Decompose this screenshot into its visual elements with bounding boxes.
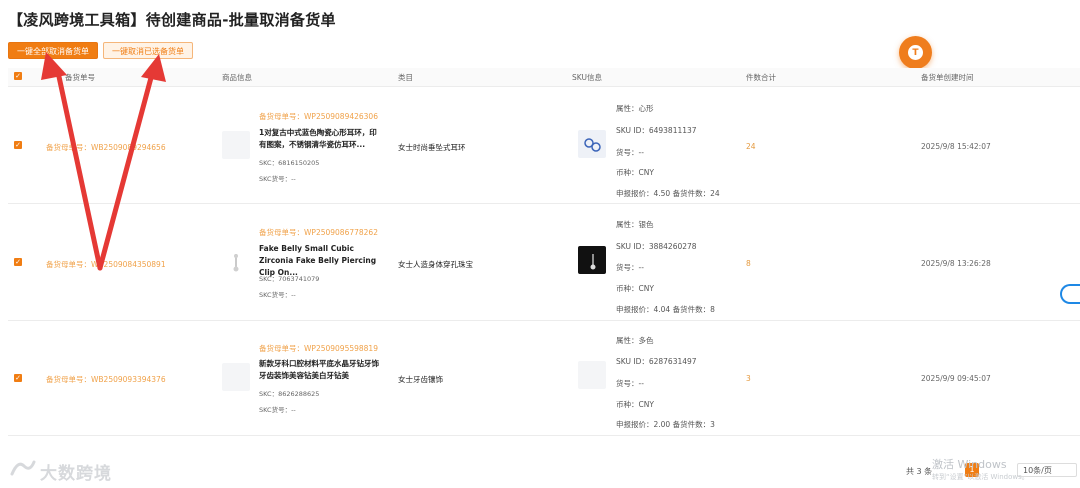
product-skc: SKC：6816150205 — [259, 159, 320, 167]
sku-attribute: 属性：银色 — [616, 220, 654, 229]
sku-thumbnail — [578, 130, 606, 158]
order-number[interactable]: 备货母单号：WB2509084350891 — [46, 259, 166, 270]
quantity-total: 24 — [746, 142, 756, 151]
table-row: ✓ 备货母单号：WB2509084350891 备货母单号：WP25090867… — [8, 204, 1080, 321]
product-skc: SKC：7063741079 — [259, 275, 320, 283]
table-header: ✓ 备货单号 商品信息 类目 SKU信息 件数合计 备货单创建时间 — [8, 68, 1080, 87]
brand-logo-icon — [10, 460, 36, 476]
sku-attribute: 属性：心形 — [616, 104, 654, 113]
sku-id: SKU ID：6493811137 — [616, 126, 697, 135]
check-icon: ✓ — [15, 72, 21, 80]
quantity-total: 3 — [746, 374, 751, 383]
brand-watermark-text: 大数跨境 — [40, 464, 112, 484]
floating-avatar-button[interactable]: T — [899, 36, 932, 69]
category: 女士牙齿镶饰 — [398, 375, 443, 384]
side-toggle-handle[interactable] — [1060, 284, 1080, 304]
table-row: ✓ 备货母单号：WB2509093394376 备货母单号：WP25090955… — [8, 321, 1080, 436]
product-skc-goods-no: SKC货号：-- — [259, 175, 296, 183]
category: 女士时尚垂坠式耳环 — [398, 143, 466, 152]
check-icon: ✓ — [15, 258, 21, 266]
product-name: 新款牙科口腔材料平底水晶牙钻牙饰牙齿装饰美容钻美白牙钻美 — [259, 359, 379, 380]
header-product-info: 商品信息 — [222, 73, 252, 82]
created-time: 2025/9/9 09:45:07 — [921, 374, 991, 383]
created-time: 2025/9/8 13:26:28 — [921, 259, 991, 268]
page-title: 【凌风跨境工具箱】待创建商品-批量取消备货单 — [8, 11, 336, 29]
row-checkbox[interactable]: ✓ — [14, 258, 22, 266]
row-checkbox[interactable]: ✓ — [14, 141, 22, 149]
product-thumbnail — [222, 131, 250, 159]
windows-activation-watermark: 激活 Windows 转到“设置”以激活 Windows。 — [932, 456, 1029, 481]
sku-attribute: 属性：多色 — [616, 336, 654, 345]
cancel-all-orders-button[interactable]: 一键全部取消备货单 — [8, 42, 98, 59]
cancel-selected-orders-button[interactable]: 一键取消已选备货单 — [103, 42, 193, 59]
sku-id: SKU ID：3884260278 — [616, 242, 697, 251]
sku-goods-no: 货号：-- — [616, 379, 644, 388]
sku-thumbnail — [578, 246, 606, 274]
header-category: 类目 — [398, 73, 413, 82]
product-skc-goods-no: SKC货号：-- — [259, 406, 296, 414]
product-thumbnail — [222, 363, 250, 391]
product-skc: SKC：8626288625 — [259, 390, 320, 398]
product-parent-no[interactable]: 备货母单号：WP2509086778262 — [259, 227, 378, 238]
order-number[interactable]: 备货母单号：WB2509093394376 — [46, 374, 166, 385]
check-icon: ✓ — [15, 374, 21, 382]
order-number[interactable]: 备货母单号：WB2509089294656 — [46, 142, 166, 153]
sku-goods-no: 货号：-- — [616, 263, 644, 272]
piercing-image-icon — [590, 254, 596, 270]
product-name: 1对复古中式蓝色陶瓷心形耳环，印有图案，不锈钢清华瓷仿耳环... — [259, 128, 377, 149]
sku-currency: 币种：CNY — [616, 168, 654, 177]
product-parent-no[interactable]: 备货母单号：WP2509089426306 — [259, 111, 378, 122]
sku-declare-price: 申报报价：4.04 备货件数：8 — [616, 305, 715, 314]
category: 女士人造身体穿孔珠宝 — [398, 260, 473, 269]
product-parent-no[interactable]: 备货母单号：WP2509095598819 — [259, 343, 378, 354]
avatar-letter: T — [908, 45, 923, 60]
created-time: 2025/9/8 15:42:07 — [921, 142, 991, 151]
windows-watermark-sub: 转到“设置”以激活 Windows。 — [932, 473, 1029, 481]
header-order-no: 备货单号 — [65, 73, 95, 82]
sku-currency: 币种：CNY — [616, 284, 654, 293]
windows-watermark-main: 激活 Windows — [932, 458, 1007, 471]
header-created-time: 备货单创建时间 — [921, 73, 974, 82]
sku-thumbnail — [578, 361, 606, 389]
sku-currency: 币种：CNY — [616, 400, 654, 409]
sku-goods-no: 货号：-- — [616, 148, 644, 157]
row-checkbox[interactable]: ✓ — [14, 374, 22, 382]
header-quantity-total: 件数合计 — [746, 73, 776, 82]
select-all-checkbox[interactable]: ✓ — [14, 72, 22, 80]
sku-declare-price: 申报报价：4.50 备货件数：24 — [616, 189, 720, 198]
product-thumbnail — [222, 248, 250, 276]
product-skc-goods-no: SKC货号：-- — [259, 291, 296, 299]
pagination-total: 共 3 条 — [906, 467, 933, 476]
header-sku-info: SKU信息 — [572, 73, 602, 82]
sku-id: SKU ID：6287631497 — [616, 357, 697, 366]
table-row: ✓ 备货母单号：WB2509089294656 备货母单号：WP25090894… — [8, 87, 1080, 204]
piercing-image-icon — [233, 254, 239, 272]
sku-declare-price: 申报报价：2.00 备货件数：3 — [616, 420, 715, 429]
check-icon: ✓ — [15, 141, 21, 149]
earring-image-icon — [584, 138, 601, 152]
quantity-total: 8 — [746, 259, 751, 268]
